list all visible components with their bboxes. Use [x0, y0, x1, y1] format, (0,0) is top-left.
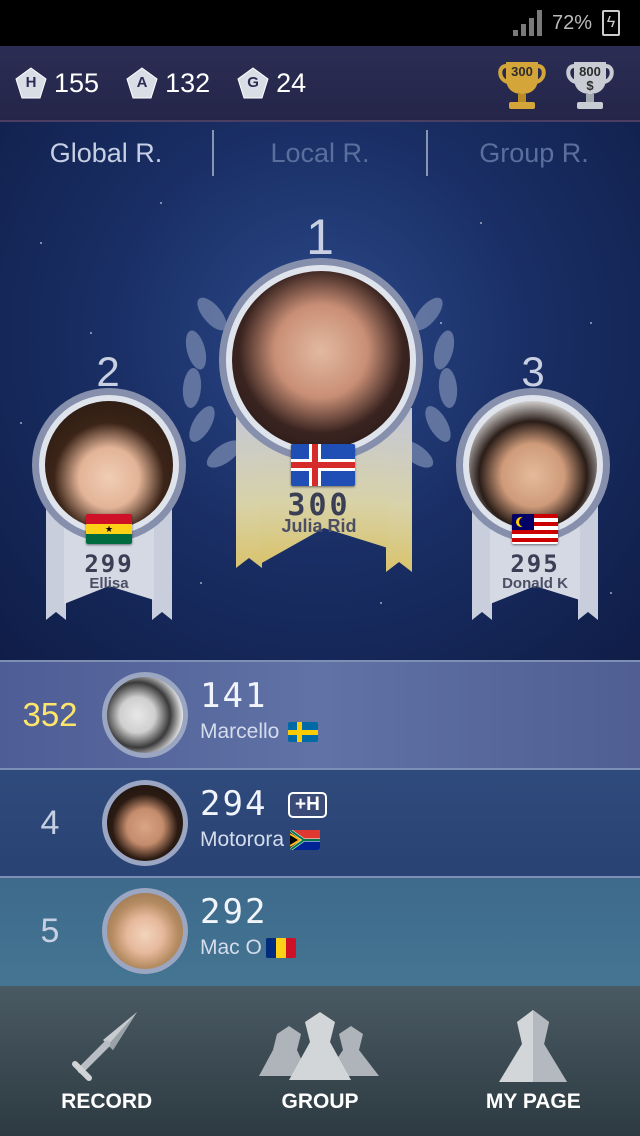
- stat-a[interactable]: A 132: [125, 66, 210, 100]
- trophy-800-icon[interactable]: 800 $: [564, 58, 616, 112]
- nav-record-label: RECORD: [61, 1090, 153, 1113]
- avatar[interactable]: [102, 888, 188, 974]
- podium-2-name: Ellisa: [89, 575, 129, 592]
- avatar[interactable]: [102, 780, 188, 866]
- flag-sweden-icon: [288, 722, 318, 742]
- status-bar: 72% ϟ: [0, 0, 640, 46]
- battery-percent: 72%: [551, 11, 592, 34]
- list-rank: 4: [40, 804, 60, 842]
- list-name: Marcello: [200, 720, 280, 743]
- list-name: Motorora: [200, 828, 285, 851]
- ranking-tabs: Global R. Local R. Group R.: [0, 130, 640, 178]
- nav-group[interactable]: GROUP: [213, 986, 426, 1136]
- group-icon: [258, 1012, 379, 1080]
- list-score: 294: [200, 784, 268, 824]
- podium-3-score: 295: [510, 550, 560, 578]
- spear-icon: [71, 1012, 137, 1081]
- h-gem-icon: H: [14, 66, 48, 100]
- plus-h-badge: +H: [288, 792, 327, 818]
- nav-my-page-label: MY PAGE: [485, 1090, 581, 1113]
- bottom-nav: RECORD GROUP MY PAGE: [0, 986, 640, 1136]
- stat-h-value: 155: [54, 67, 100, 98]
- flag-south-africa-icon: [290, 830, 320, 850]
- g-gem-icon: G: [236, 66, 270, 100]
- signal-icon: [512, 10, 542, 36]
- tab-local[interactable]: Local R.: [214, 130, 426, 178]
- podium-3-name: Donald K: [502, 575, 568, 592]
- flag-ghana-icon: ★: [86, 514, 132, 544]
- list-score: 141: [200, 676, 268, 716]
- nav-group-label: GROUP: [281, 1090, 359, 1113]
- tab-divider: [212, 130, 214, 176]
- a-gem-icon: A: [125, 66, 159, 100]
- podium-2-score: 299: [84, 550, 134, 578]
- trophy-300-icon[interactable]: 300: [496, 58, 548, 112]
- stat-g[interactable]: G 24: [236, 66, 306, 100]
- podium-1-name: Julia Rid: [281, 516, 357, 536]
- nav-my-page[interactable]: MY PAGE: [427, 986, 640, 1136]
- list-rank: 352: [22, 696, 78, 733]
- tab-global[interactable]: Global R.: [0, 130, 212, 178]
- stat-g-value: 24: [276, 67, 307, 98]
- list-item-me[interactable]: 352 141 Marcello: [0, 660, 640, 768]
- list-item[interactable]: 5 292 Mac O: [0, 876, 640, 986]
- flag-iceland-icon: [291, 444, 355, 486]
- flag-romania-icon: [266, 938, 296, 958]
- list-rank: 5: [40, 912, 60, 950]
- tab-group[interactable]: Group R.: [428, 130, 640, 178]
- list-item[interactable]: 4 294 +H Motorora: [0, 768, 640, 876]
- tab-divider: [426, 130, 428, 176]
- nav-record[interactable]: RECORD: [0, 986, 213, 1136]
- avatar[interactable]: [102, 672, 188, 758]
- list-score: 292: [200, 892, 268, 932]
- person-icon: [499, 1010, 568, 1082]
- ranking-area: Global R. Local R. Group R. 1 2 3 ★ 300 …: [0, 122, 640, 660]
- stat-h[interactable]: H 155: [14, 66, 99, 100]
- list-name: Mac O: [200, 936, 262, 959]
- stat-a-value: 132: [165, 67, 211, 98]
- flag-malaysia-icon: [512, 514, 558, 544]
- battery-icon: ϟ: [602, 10, 620, 36]
- podium-1-avatar[interactable]: [219, 258, 423, 462]
